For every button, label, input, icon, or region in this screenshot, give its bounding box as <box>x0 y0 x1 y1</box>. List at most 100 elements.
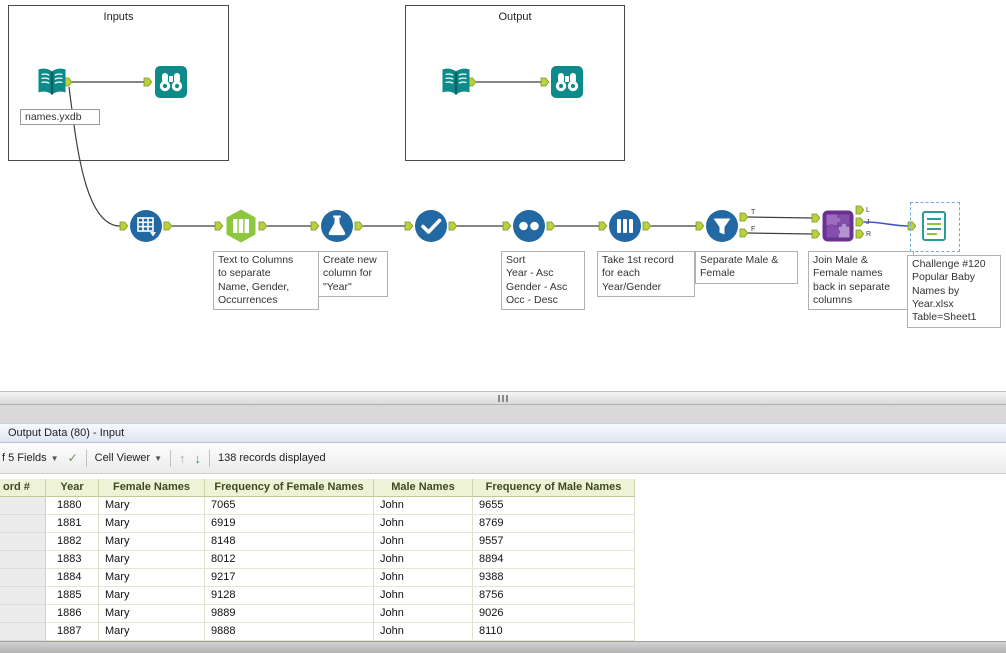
grid-row: 1882 Mary 8148 John 9557 <box>0 533 635 551</box>
grid-cell[interactable]: Mary <box>99 569 205 587</box>
grid-cell[interactable]: 1881 <box>46 515 99 533</box>
input-file-label[interactable]: names.yxdb <box>20 109 100 125</box>
grid-cell[interactable]: 1884 <box>46 569 99 587</box>
join-tool[interactable] <box>820 208 856 244</box>
grid-cell[interactable]: 8148 <box>205 533 374 551</box>
arrow-up-icon[interactable]: ↑ <box>179 451 186 466</box>
record-number-cell[interactable] <box>0 605 46 623</box>
toolbar-separator <box>85 449 87 467</box>
text-to-columns-tool[interactable] <box>223 208 259 244</box>
grid-header-cell[interactable]: Year <box>46 479 99 497</box>
output-data-tool[interactable] <box>916 208 952 244</box>
annotation-join[interactable]: Join Male & Female names back in separat… <box>808 251 914 311</box>
cell-viewer-label: Cell Viewer <box>94 452 151 464</box>
grid-cell[interactable]: John <box>374 515 473 533</box>
grid-cell[interactable]: 1886 <box>46 605 99 623</box>
grid-header-cell[interactable]: Male Names <box>374 479 473 497</box>
grid-cell[interactable]: 9217 <box>205 569 374 587</box>
status-bar <box>0 641 1006 653</box>
formula-tool[interactable] <box>319 208 355 244</box>
wire <box>747 232 813 235</box>
cell-viewer-dropdown[interactable]: Cell Viewer ▼ <box>95 452 162 464</box>
grid-cell[interactable]: John <box>374 533 473 551</box>
grid-cell[interactable]: 1882 <box>46 533 99 551</box>
record-number-cell[interactable] <box>0 533 46 551</box>
splitter-bar[interactable] <box>0 391 1006 405</box>
select-tool[interactable] <box>413 208 449 244</box>
grid-cell[interactable]: 1887 <box>46 623 99 641</box>
results-toolbar: f 5 Fields ▼ ✓ Cell Viewer ▼ ↑ ↓ 138 rec… <box>0 443 1006 474</box>
book-icon <box>442 68 470 95</box>
checkmark-icon <box>415 210 447 242</box>
grid-cell[interactable]: 9655 <box>473 497 635 515</box>
grid-cell[interactable]: 8756 <box>473 587 635 605</box>
grid-cell[interactable]: 9888 <box>205 623 374 641</box>
annotation-filter[interactable]: Separate Male & Female <box>695 251 798 284</box>
splitter-grip <box>502 394 504 402</box>
filter-tool[interactable] <box>704 208 740 244</box>
grid-cell[interactable]: Mary <box>99 551 205 569</box>
grid-cell[interactable]: 1880 <box>46 497 99 515</box>
apply-check-icon[interactable]: ✓ <box>68 451 78 465</box>
record-number-cell[interactable] <box>0 515 46 533</box>
record-number-cell[interactable] <box>0 497 46 515</box>
grid-cell[interactable]: 1885 <box>46 587 99 605</box>
record-number-cell[interactable] <box>0 551 46 569</box>
grid-cell[interactable]: 8894 <box>473 551 635 569</box>
grid-cell[interactable]: John <box>374 623 473 641</box>
grid-cell[interactable]: 1883 <box>46 551 99 569</box>
grid-header-cell[interactable]: Frequency of Male Names <box>473 479 635 497</box>
results-grid[interactable]: ord # Year Female Names Frequency of Female… <box>0 479 635 641</box>
transpose-tool[interactable] <box>128 208 164 244</box>
grid-cell[interactable]: 9557 <box>473 533 635 551</box>
sort-tool[interactable] <box>511 208 547 244</box>
grid-cell[interactable]: 8012 <box>205 551 374 569</box>
sample-tool[interactable] <box>607 208 643 244</box>
annotation-output[interactable]: Challenge #120 Popular Baby Names by Yea… <box>907 255 1001 328</box>
annotation-text-to-columns[interactable]: Text to Columns to separate Name, Gender… <box>213 251 319 311</box>
join-left-label: L <box>866 207 870 214</box>
workflow-canvas[interactable]: Inputs Output T F L J R names.yxdb Text … <box>0 0 1006 391</box>
grid-row: 1881 Mary 6919 John 8769 <box>0 515 635 533</box>
selected-wire[interactable] <box>863 221 909 227</box>
browse-tool[interactable] <box>153 64 189 100</box>
grid-cell[interactable]: Mary <box>99 623 205 641</box>
fields-dropdown[interactable]: f 5 Fields ▼ <box>2 452 59 464</box>
fields-dropdown-label: f 5 Fields <box>2 452 47 464</box>
grid-header-cell[interactable]: ord # <box>0 479 46 497</box>
grid-row: 1884 Mary 9217 John 9388 <box>0 569 635 587</box>
grid-cell[interactable]: John <box>374 569 473 587</box>
grid-cell[interactable]: 8769 <box>473 515 635 533</box>
grid-cell[interactable]: Mary <box>99 497 205 515</box>
grid-cell[interactable]: Mary <box>99 515 205 533</box>
grid-cell[interactable]: 8110 <box>473 623 635 641</box>
arrow-down-icon[interactable]: ↓ <box>194 451 201 466</box>
annotation-formula[interactable]: Create new column for "Year" <box>318 251 388 297</box>
grid-cell[interactable]: Mary <box>99 533 205 551</box>
grid-cell[interactable]: 9889 <box>205 605 374 623</box>
grid-cell[interactable]: 6919 <box>205 515 374 533</box>
record-number-cell[interactable] <box>0 569 46 587</box>
sample-bars-icon <box>609 210 641 242</box>
results-panel-title: Output Data (80) - Input <box>0 423 1006 443</box>
grid-cell[interactable]: 9388 <box>473 569 635 587</box>
browse-tool[interactable] <box>549 64 585 100</box>
record-number-cell[interactable] <box>0 623 46 641</box>
annotation-sample[interactable]: Take 1st record for each Year/Gender <box>597 251 695 297</box>
grid-cell[interactable]: 7065 <box>205 497 374 515</box>
record-number-cell[interactable] <box>0 587 46 605</box>
grid-cell[interactable]: John <box>374 551 473 569</box>
grid-header-cell[interactable]: Frequency of Female Names <box>205 479 374 497</box>
grid-cell[interactable]: 9026 <box>473 605 635 623</box>
input-data-tool[interactable] <box>438 64 474 100</box>
grid-header-cell[interactable]: Female Names <box>99 479 205 497</box>
annotation-sort[interactable]: Sort Year - Asc Gender - Asc Occ - Desc <box>501 251 585 311</box>
grid-cell[interactable]: Mary <box>99 587 205 605</box>
grid-cell[interactable]: John <box>374 605 473 623</box>
grid-cell[interactable]: Mary <box>99 605 205 623</box>
input-data-tool[interactable] <box>34 64 70 100</box>
grid-cell[interactable]: John <box>374 587 473 605</box>
grid-cell[interactable]: John <box>374 497 473 515</box>
document-icon <box>922 211 946 241</box>
grid-cell[interactable]: 9128 <box>205 587 374 605</box>
